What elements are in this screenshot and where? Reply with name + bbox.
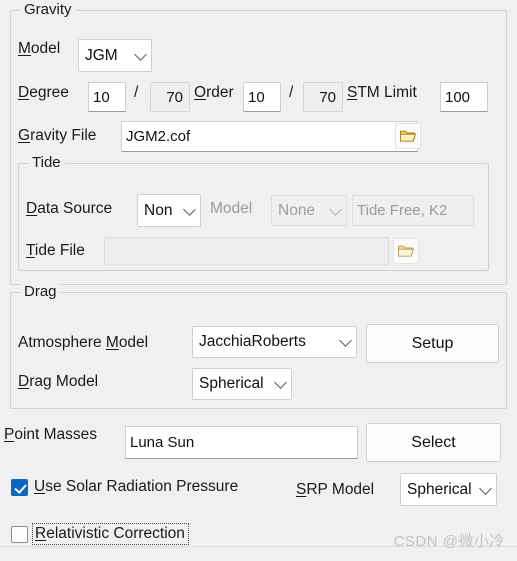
gravity-stm-label: STM Limit <box>347 84 417 101</box>
force-model-panel: Gravity Model JGM Degree / Order / STM L… <box>0 0 517 561</box>
gravity-degree-slash: / <box>134 84 139 101</box>
drag-group-legend: Drag <box>20 282 61 302</box>
gravity-file-input[interactable] <box>121 121 418 152</box>
gravity-degree-input[interactable] <box>88 82 126 112</box>
chevron-down-icon <box>339 334 352 347</box>
tide-file-input[interactable] <box>104 237 389 265</box>
gravity-order-slash: / <box>289 84 294 101</box>
tide-free-k2-value: Tide Free, K2 <box>357 202 448 219</box>
tide-data-source-combo[interactable]: Non <box>137 194 201 227</box>
relativistic-correction-checkbox-row[interactable]: Relativistic Correction <box>11 523 189 545</box>
point-masses-label: Point Masses <box>4 426 98 443</box>
gravity-file-browse-button[interactable] <box>395 123 421 149</box>
tide-file-browse-button[interactable] <box>393 238 419 264</box>
use-solar-radiation-pressure-checkbox[interactable] <box>11 478 28 496</box>
relativistic-correction-label: Relativistic Correction <box>32 523 189 545</box>
gravity-model-combo[interactable]: JGM <box>78 39 152 72</box>
watermark: CSDN @微小冷 <box>393 533 505 550</box>
drag-model-label: Drag Model <box>18 373 99 390</box>
use-solar-radiation-pressure-checkbox-row[interactable]: Use Solar Radiation Pressure <box>11 478 238 496</box>
gravity-degree-label-wrap: Degree <box>18 84 69 102</box>
use-solar-radiation-pressure-label: Use Solar Radiation Pressure <box>34 478 239 495</box>
tide-free-k2-field: Tide Free, K2 <box>352 195 474 226</box>
drag-setup-label: Setup <box>411 334 454 352</box>
srp-model-label: SRP Model <box>296 481 375 498</box>
gravity-order-max <box>303 82 343 112</box>
gravity-model-label: Model <box>18 40 61 57</box>
srp-model-combo[interactable]: Spherical <box>400 473 497 506</box>
gravity-order-label: Order <box>194 84 234 101</box>
relativistic-correction-checkbox[interactable] <box>11 525 28 543</box>
gravity-order-input[interactable] <box>243 82 281 112</box>
gravity-degree-max <box>150 82 190 112</box>
point-masses-input[interactable] <box>125 426 358 459</box>
gravity-stm-limit-input[interactable] <box>440 82 488 112</box>
gravity-model-value: JGM <box>85 46 118 64</box>
folder-open-icon <box>400 130 416 142</box>
point-masses-select-button[interactable]: Select <box>366 423 501 462</box>
chevron-down-icon <box>183 202 196 216</box>
srp-model-value: Spherical <box>407 480 472 498</box>
tide-model-label: Model <box>210 200 253 217</box>
chevron-down-icon <box>134 47 147 61</box>
drag-setup-button[interactable]: Setup <box>366 324 499 363</box>
tide-data-source-value: Non <box>144 201 173 219</box>
tide-group-legend: Tide <box>28 153 65 173</box>
gravity-degree-label: Degree <box>18 84 69 101</box>
gravity-group-legend: Gravity <box>20 0 76 20</box>
chevron-down-icon <box>329 202 342 216</box>
gravity-file-label: Gravity File <box>18 127 97 144</box>
tide-model-value: None <box>278 201 316 219</box>
tide-file-label: Tide File <box>26 242 85 259</box>
drag-atmosphere-combo[interactable]: JacchiaRoberts <box>192 326 357 358</box>
gravity-model-row: Model <box>18 40 60 58</box>
chevron-down-icon <box>479 481 492 495</box>
tide-data-source-label: Data Source <box>26 200 113 217</box>
drag-atmosphere-label: Atmosphere Model <box>18 334 149 351</box>
tide-model-combo[interactable]: None <box>271 195 347 226</box>
drag-model-value: Spherical <box>199 375 264 392</box>
point-masses-select-label: Select <box>411 433 456 451</box>
chevron-down-icon <box>274 376 287 389</box>
drag-model-combo[interactable]: Spherical <box>192 368 292 400</box>
drag-atmosphere-value: JacchiaRoberts <box>199 333 306 350</box>
folder-open-icon <box>398 245 414 257</box>
